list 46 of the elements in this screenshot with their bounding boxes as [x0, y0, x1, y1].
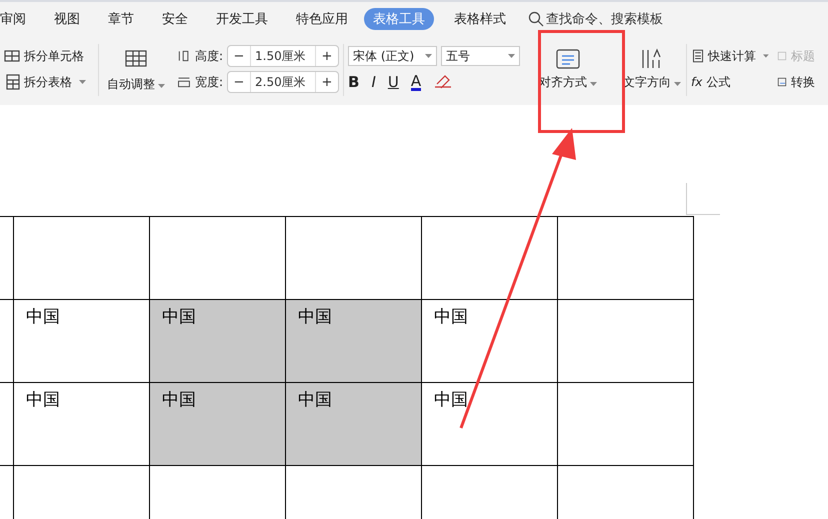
table-cell: 中国 [286, 300, 422, 383]
caret-icon [424, 54, 432, 58]
field-label: 高度: [194, 48, 223, 64]
format-button[interactable]: U [388, 73, 399, 91]
format-button[interactable]: B [348, 73, 360, 91]
caret-icon [508, 54, 515, 58]
table-cell: 中国 [422, 300, 558, 383]
menu-tab[interactable]: 章节 [96, 8, 146, 30]
formula-button[interactable]: fx 公式 [691, 72, 769, 92]
auto-fit-button[interactable]: 自动调整 [103, 46, 169, 92]
table-cell: 中国 [286, 383, 422, 466]
menu-tab[interactable]: 审阅 [0, 8, 38, 30]
split-table-button[interactable]: 拆分表格 [4, 72, 94, 92]
grid-icon [4, 48, 20, 64]
menu-tab[interactable]: 安全 [150, 8, 200, 30]
height-icon [177, 48, 191, 64]
caret-icon [763, 54, 769, 58]
convert-button[interactable]: 转换 [777, 72, 815, 92]
spinner-field[interactable]: − 1.50厘米 + [227, 45, 339, 67]
caret-icon [590, 82, 597, 86]
menu-tab[interactable]: 表格样式 [442, 8, 518, 30]
field-label: 宽度: [194, 74, 223, 90]
table-cell: 中国 [150, 383, 286, 466]
table-cell: 中国 [150, 300, 286, 383]
grid-icon [4, 74, 20, 90]
font-select[interactable]: 宋体 (正文) [348, 46, 437, 66]
spinner-field[interactable]: − 2.50厘米 + [227, 71, 339, 93]
search-field[interactable]: 查找命令、搜索模板 [546, 10, 663, 28]
table-cell: 中国 [14, 383, 150, 466]
clear-format-icon [433, 74, 454, 90]
quick-calc-button[interactable]: 快速计算 [691, 46, 769, 66]
search-icon [528, 11, 544, 27]
menu-tab[interactable]: 视图 [42, 8, 92, 30]
caret-icon [674, 82, 681, 86]
format-button[interactable]: I [371, 73, 376, 91]
font-size-select[interactable]: 五号 [440, 46, 520, 66]
split-cells-button[interactable]: 拆分单元格 [4, 46, 94, 66]
table-cell: 中国 [422, 383, 558, 466]
table-cell: 中国 [14, 300, 150, 383]
format-button[interactable]: A [410, 74, 422, 90]
menu-tab[interactable]: 特色应用 [284, 8, 360, 30]
menu-tab[interactable]: 开发工具 [204, 8, 280, 30]
align-icon [555, 48, 581, 70]
page-margin-mark [686, 183, 720, 215]
caret-icon [79, 80, 86, 84]
caret-icon [158, 84, 165, 88]
